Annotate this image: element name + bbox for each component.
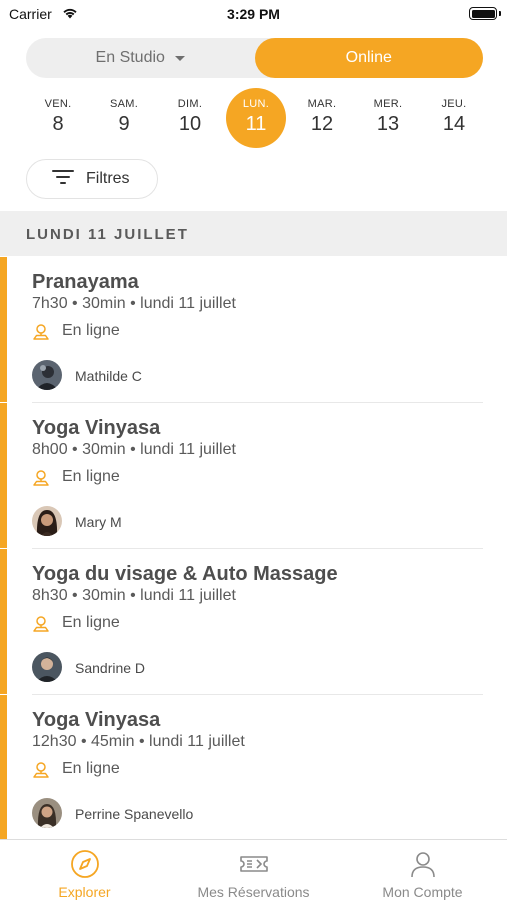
status-bar: Carrier 3:29 PM [0,0,507,28]
section-header: LUNDI 11 JUILLET [0,211,507,256]
location-pin-icon [32,615,50,638]
day-mar[interactable]: MAR. 12 [292,88,352,148]
class-meta: 12h30 • 45min • lundi 11 juillet [32,733,245,750]
filter-button[interactable]: Filtres [26,159,158,199]
class-title: Yoga Vinyasa [32,417,161,439]
teacher-avatar [32,798,62,828]
class-card[interactable]: Yoga Vinyasa 12h30 • 45min • lundi 11 ju… [0,695,507,841]
location-pin-icon [32,469,50,492]
battery-icon [469,7,497,20]
card-accent-bar [0,549,7,694]
online-option[interactable]: Online [254,38,483,78]
teacher-name: Mary M [75,514,122,530]
class-meta: 8h00 • 30min • lundi 11 juillet [32,441,236,458]
day-name: JEU. [441,98,467,110]
class-location: En ligne [62,614,120,631]
teacher-avatar [32,506,62,536]
compass-icon [71,850,99,878]
tab-label: Explorer [58,884,111,900]
teacher-name: Sandrine D [75,660,146,676]
class-card[interactable]: Pranayama 7h30 • 30min • lundi 11 juille… [0,257,507,403]
online-option-label: Online [345,49,392,66]
filter-icon [52,169,74,190]
class-location: En ligne [62,468,120,485]
day-name: LUN. [242,98,270,110]
day-ven[interactable]: VEN. 8 [28,88,88,148]
filter-label: Filtres [86,170,130,187]
class-card[interactable]: Yoga du visage & Auto Massage 8h30 • 30m… [0,549,507,695]
teacher-name: Mathilde C [75,368,142,384]
class-title: Yoga du visage & Auto Massage [32,563,338,585]
card-accent-bar [0,695,7,840]
day-number: 12 [310,113,334,135]
card-accent-bar [0,257,7,402]
tab-explorer[interactable]: Explorer [0,840,169,900]
tab-reservations[interactable]: Mes Réservations [169,840,338,900]
class-meta: 7h30 • 30min • lundi 11 juillet [32,295,236,312]
class-meta: 8h30 • 30min • lundi 11 juillet [32,587,236,604]
day-number: 14 [442,113,466,135]
class-location: En ligne [62,322,120,339]
tab-account[interactable]: Mon Compte [338,840,507,900]
status-time: 3:29 PM [227,6,280,22]
day-lun-selected[interactable]: LUN. 11 [226,88,286,148]
day-name: MAR. [307,98,337,110]
day-number: 10 [178,113,202,135]
day-mer[interactable]: MER. 13 [358,88,418,148]
teacher-avatar [32,652,62,682]
day-number: 13 [376,113,400,135]
day-number: 9 [118,113,130,135]
day-jeu[interactable]: JEU. 14 [424,88,484,148]
location-pin-icon [32,323,50,346]
day-name: DIM. [177,98,203,110]
day-number: 8 [52,113,64,135]
class-title: Yoga Vinyasa [32,709,161,731]
studio-option[interactable]: En Studio [26,38,255,78]
day-name: VEN. [44,98,72,110]
class-title: Pranayama [32,271,139,293]
section-title: LUNDI 11 JUILLET [26,226,189,243]
tab-bar: Explorer Mes Réservations Mon Compte [0,839,507,900]
day-number: 11 [245,113,267,135]
card-accent-bar [0,403,7,548]
studio-option-label: En Studio [95,49,165,66]
ticket-icon [240,856,268,872]
mode-toggle: En Studio Online [26,38,483,78]
location-pin-icon [32,761,50,784]
caret-down-icon [174,55,185,61]
day-sam[interactable]: SAM. 9 [94,88,154,148]
teacher-avatar [32,360,62,390]
teacher-name: Perrine Spanevello [75,806,194,822]
class-card[interactable]: Yoga Vinyasa 8h00 • 30min • lundi 11 jui… [0,403,507,549]
day-name: MER. [373,98,403,110]
tab-label: Mes Réservations [197,884,310,900]
tab-label: Mon Compte [382,884,463,900]
day-name: SAM. [109,98,139,110]
day-dim[interactable]: DIM. 10 [160,88,220,148]
class-location: En ligne [62,760,120,777]
user-icon [411,852,435,878]
day-selector: VEN. 8 SAM. 9 DIM. 10 LUN. 11 MAR. 12 ME… [26,88,488,148]
